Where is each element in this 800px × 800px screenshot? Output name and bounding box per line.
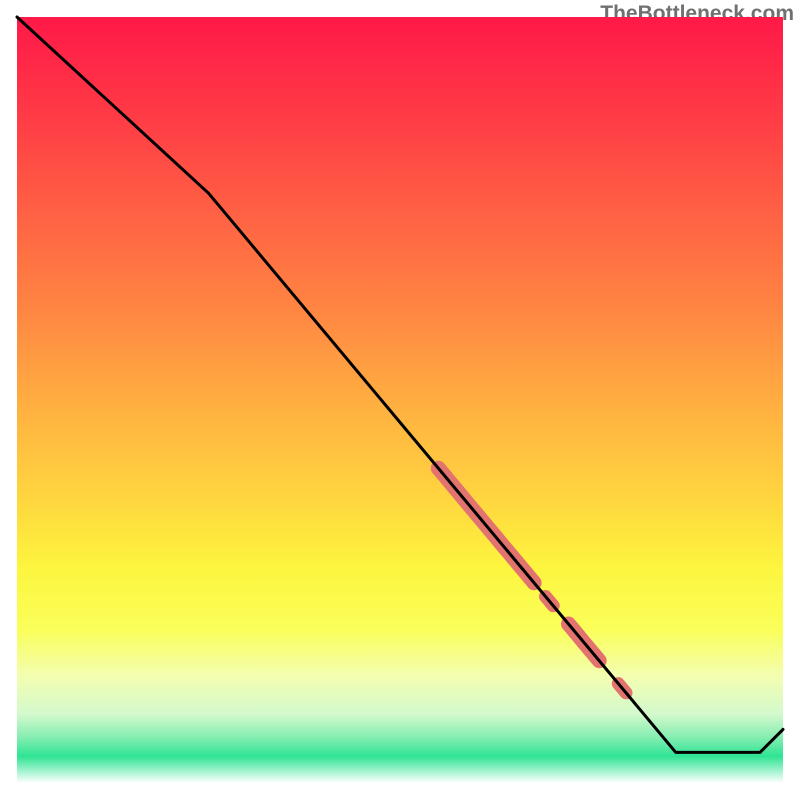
plot-area [17, 17, 783, 783]
curve-layer [17, 17, 783, 783]
chart-container: TheBottleneck.com [0, 0, 800, 800]
bottleneck-curve [17, 17, 783, 752]
